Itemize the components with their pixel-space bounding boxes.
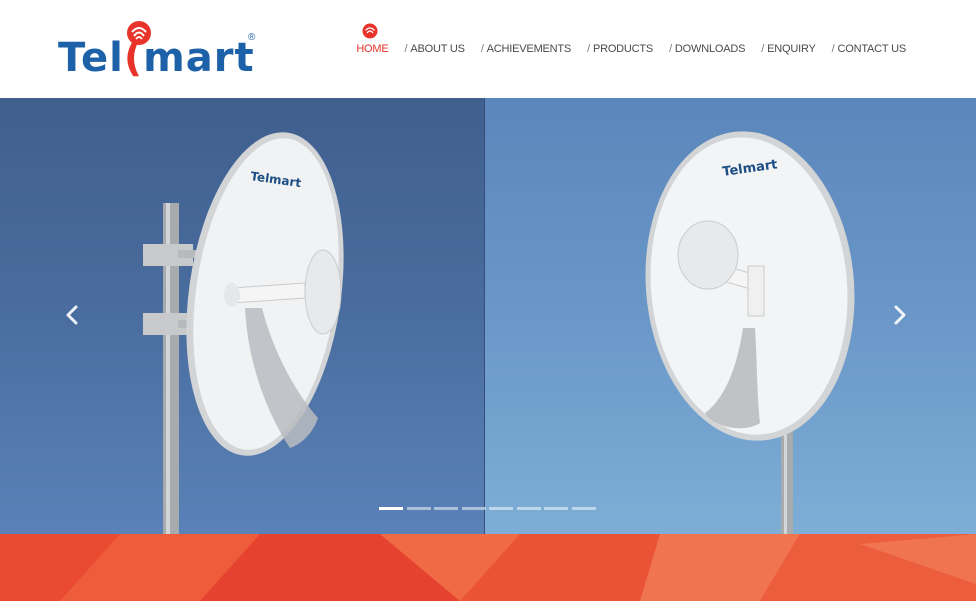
- nav-label-contact-us: CONTACT US: [837, 43, 907, 55]
- hero-slider: Telmart Telmart: [0, 98, 976, 534]
- slide-indicator-7[interactable]: [544, 507, 568, 510]
- slide-indicator-1[interactable]: [379, 507, 403, 510]
- nav-separator: /: [669, 43, 672, 55]
- nav-item-achievements[interactable]: / ACHIEVEMENTS: [481, 43, 571, 55]
- nav-label-enquiry: ENQUIRY: [767, 43, 816, 55]
- nav-item-downloads[interactable]: / DOWNLOADS: [669, 43, 745, 55]
- slide-indicator-5[interactable]: [489, 507, 513, 510]
- nav-separator: /: [831, 43, 835, 55]
- nav-label-about-us: ABOUT US: [410, 43, 465, 55]
- slide-indicator-2[interactable]: [406, 507, 431, 510]
- nav-separator: /: [480, 43, 484, 55]
- nav-item-about-us[interactable]: / ABOUT US: [405, 43, 465, 55]
- nav-item-enquiry[interactable]: / ENQUIRY: [761, 43, 816, 55]
- nav-item-contact-us[interactable]: / CONTACT US: [831, 43, 907, 55]
- slide-indicator-3[interactable]: [434, 507, 458, 510]
- chevron-right-icon: [894, 305, 906, 325]
- low-poly-pattern: [0, 534, 976, 601]
- main-nav: HOME / ABOUT US / ACHIEVEMENTS / PRODUCTS /…: [340, 23, 907, 58]
- slide-divider: [484, 98, 485, 534]
- nav-separator: /: [404, 43, 408, 55]
- slider-prev-button[interactable]: [62, 300, 82, 330]
- nav-separator: /: [587, 43, 590, 55]
- logo-text-before: Tel: [58, 35, 124, 81]
- logo-text-mark: (: [123, 35, 144, 81]
- slider-next-button[interactable]: [890, 300, 910, 330]
- site-header: Tel(mart ® HOME / ABOUT US / ACHIEVEMENTS …: [0, 0, 976, 98]
- nav-label-home: HOME: [356, 43, 389, 55]
- chevron-left-icon: [66, 305, 78, 325]
- slide-indicator-4[interactable]: [461, 507, 486, 510]
- nav-label-products: PRODUCTS: [592, 43, 654, 55]
- registered-mark: ®: [248, 32, 256, 43]
- logo-text-after: mart: [143, 35, 255, 81]
- slider-indicators: [379, 507, 599, 510]
- nav-separator: /: [761, 43, 765, 55]
- logo-wordmark: Tel(mart: [58, 34, 255, 82]
- slide-indicator-8[interactable]: [571, 507, 596, 510]
- nav-label-downloads: DOWNLOADS: [674, 43, 746, 55]
- slide-indicator-6[interactable]: [516, 507, 541, 510]
- nav-item-products[interactable]: / PRODUCTS: [587, 43, 653, 55]
- telmart-logo[interactable]: Tel(mart ®: [58, 20, 258, 82]
- nav-item-home[interactable]: HOME: [356, 23, 389, 55]
- signal-wave-icon: [362, 23, 378, 39]
- decorative-footer-band: [0, 534, 976, 601]
- nav-label-achievements: ACHIEVEMENTS: [486, 43, 572, 55]
